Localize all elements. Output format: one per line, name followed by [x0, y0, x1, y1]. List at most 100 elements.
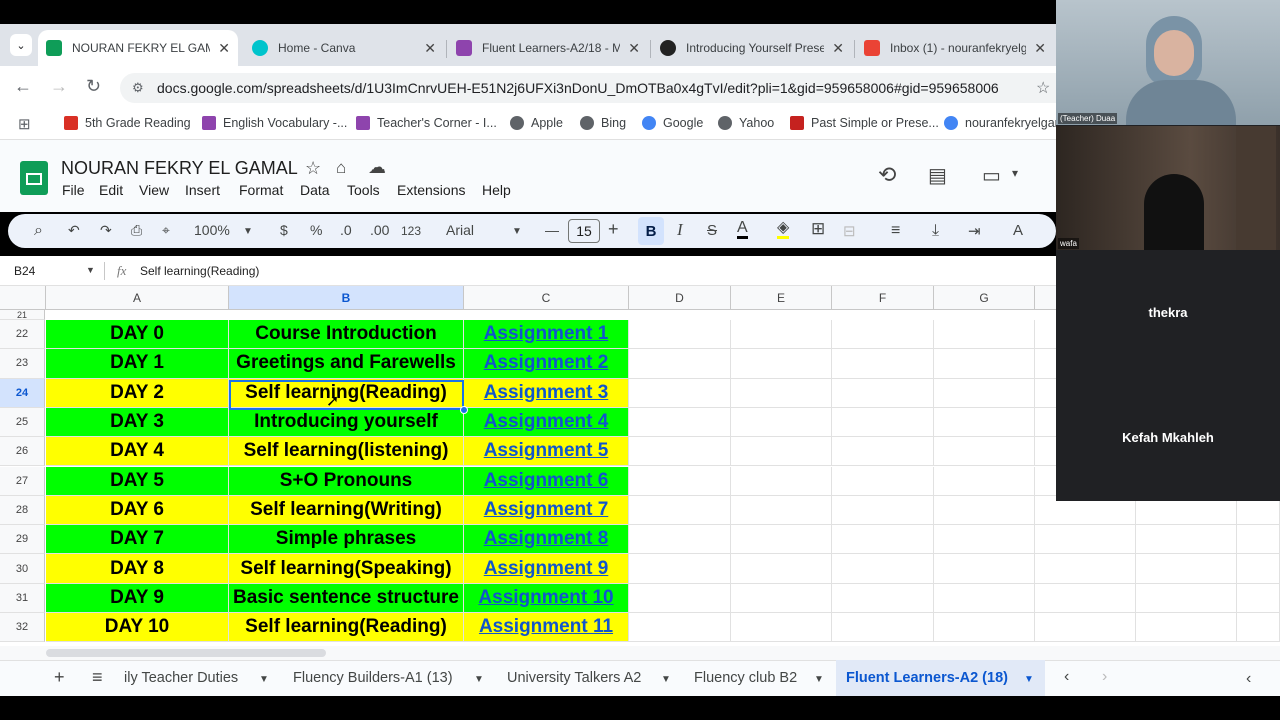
empty-cell[interactable]	[832, 407, 934, 438]
scroll-right-icon[interactable]: ›	[1102, 668, 1107, 686]
bookmark-item[interactable]: Teacher's Corner - I...	[356, 116, 497, 130]
zoom-select[interactable]: 100%	[194, 222, 230, 238]
empty-cell[interactable]	[629, 613, 731, 643]
column-header-e[interactable]: E	[731, 286, 832, 310]
scrollbar-thumb[interactable]	[46, 649, 326, 657]
cell-topic[interactable]: Greetings and Farewells	[229, 349, 464, 379]
font-size-increase-icon[interactable]: +	[608, 219, 619, 240]
empty-cell[interactable]	[1136, 583, 1237, 613]
column-header-g[interactable]: G	[934, 286, 1035, 310]
menu-insert[interactable]: Insert	[185, 182, 220, 198]
cell-day[interactable]: DAY 6	[46, 495, 229, 526]
cell-assignment-link[interactable]: Assignment 6	[464, 466, 629, 496]
all-sheets-icon[interactable]: ≡	[92, 667, 103, 688]
column-header-b[interactable]: B	[229, 286, 464, 310]
reload-icon[interactable]: ↻	[86, 76, 101, 97]
cell-topic[interactable]: Introducing yourself	[229, 407, 464, 438]
tab-sheets[interactable]: NOURAN FEKRY EL GAMAL ✕	[38, 30, 238, 66]
empty-cell[interactable]	[731, 437, 832, 467]
empty-cell[interactable]	[934, 554, 1035, 584]
sheet-tab-teacher-duties[interactable]: ily Teacher Duties	[124, 670, 238, 686]
row-header[interactable]: 32	[0, 613, 45, 643]
formula-input[interactable]: Self learning(Reading)	[140, 264, 259, 278]
cell-day[interactable]: DAY 7	[46, 525, 229, 555]
empty-cell[interactable]	[1035, 554, 1136, 584]
number-format-button[interactable]: 123	[401, 224, 421, 238]
cell-day[interactable]: DAY 2	[46, 378, 229, 408]
horizontal-scrollbar[interactable]	[0, 646, 1280, 660]
cell-topic[interactable]: Simple phrases	[229, 525, 464, 555]
row-header[interactable]: 31	[0, 583, 45, 613]
cell-day[interactable]: DAY 0	[46, 320, 229, 350]
empty-cell[interactable]	[629, 495, 731, 526]
empty-cell[interactable]	[832, 525, 934, 555]
menu-format[interactable]: Format	[239, 182, 283, 198]
star-icon[interactable]: ☆	[305, 158, 321, 179]
tab-search-button[interactable]: ⌄	[10, 34, 32, 56]
empty-cell[interactable]	[629, 437, 731, 467]
bookmark-item[interactable]: English Vocabulary -...	[202, 116, 347, 130]
cell-day[interactable]: DAY 1	[46, 349, 229, 379]
empty-cell[interactable]	[934, 378, 1035, 408]
tab-canva[interactable]: Home - Canva ✕	[244, 30, 444, 66]
increase-decimal-button[interactable]: .00	[370, 222, 389, 238]
currency-button[interactable]: $	[280, 222, 288, 238]
empty-cell[interactable]	[832, 495, 934, 526]
cell-day[interactable]: DAY 8	[46, 554, 229, 584]
empty-cell[interactable]	[731, 583, 832, 613]
empty-cell[interactable]	[731, 495, 832, 526]
chevron-down-icon[interactable]: ▼	[243, 226, 253, 237]
empty-cell[interactable]	[1035, 583, 1136, 613]
undo-icon[interactable]: ↶	[68, 222, 80, 239]
search-icon[interactable]: ⌕	[34, 222, 43, 240]
column-header-d[interactable]: D	[629, 286, 731, 310]
empty-cell[interactable]	[934, 613, 1035, 643]
cell-topic[interactable]: S+O Pronouns	[229, 466, 464, 496]
meet-video-icon[interactable]: ▭	[982, 163, 1001, 188]
bookmark-item[interactable]: Apple	[510, 116, 563, 130]
forward-icon[interactable]: →	[50, 76, 68, 97]
empty-cell[interactable]	[832, 583, 934, 613]
chevron-down-icon[interactable]: ▼	[1024, 674, 1034, 685]
empty-cell[interactable]	[629, 583, 731, 613]
address-bar[interactable]: ⚙ docs.google.com/spreadsheets/d/1U3ImCn…	[120, 73, 1056, 103]
column-header-f[interactable]: F	[832, 286, 934, 310]
row-header[interactable]: 24	[0, 378, 45, 408]
strikethrough-button[interactable]: S	[707, 222, 717, 239]
site-info-icon[interactable]: ⚙	[132, 80, 144, 96]
empty-cell[interactable]	[934, 495, 1035, 526]
video-tile-teacher[interactable]: (Teacher) Duaa	[1056, 0, 1280, 125]
cell-assignment-link[interactable]: Assignment 1	[464, 320, 629, 350]
column-header-a[interactable]: A	[46, 286, 229, 310]
empty-cell[interactable]	[731, 320, 832, 350]
empty-cell[interactable]	[934, 349, 1035, 379]
cloud-status-icon[interactable]: ☁	[368, 157, 386, 178]
menu-extensions[interactable]: Extensions	[397, 182, 465, 198]
select-all-corner[interactable]	[0, 286, 46, 310]
empty-cell[interactable]	[1237, 554, 1280, 584]
empty-cell[interactable]	[731, 378, 832, 408]
empty-cell[interactable]	[832, 466, 934, 496]
tab-meet[interactable]: Fluent Learners-A2/18 - Meet ✕	[448, 30, 648, 66]
bookmark-item[interactable]: Google	[642, 116, 703, 130]
bold-button[interactable]: B	[638, 217, 664, 245]
cell-day[interactable]: DAY 10	[46, 613, 229, 643]
column-header-c[interactable]: C	[464, 286, 629, 310]
empty-cell[interactable]	[731, 525, 832, 555]
font-size-decrease-icon[interactable]: —	[545, 222, 559, 238]
close-icon[interactable]: ✕	[424, 40, 436, 57]
video-tile-wafa[interactable]: wafa	[1056, 126, 1280, 250]
cell-topic[interactable]: Self learning(listening)	[229, 437, 464, 467]
empty-cell[interactable]	[1035, 525, 1136, 555]
bookmark-item[interactable]: Past Simple or Prese...	[790, 116, 939, 130]
cell-day[interactable]: DAY 3	[46, 407, 229, 438]
percent-button[interactable]: %	[310, 222, 322, 238]
menu-file[interactable]: File	[62, 182, 85, 198]
empty-cell[interactable]	[629, 349, 731, 379]
empty-cell[interactable]	[731, 349, 832, 379]
chevron-down-icon[interactable]: ▼	[259, 674, 269, 685]
cell-topic[interactable]: Self learning(Speaking)	[229, 554, 464, 584]
fill-color-icon[interactable]: ◈	[777, 220, 790, 239]
cell-topic[interactable]: Course Introduction	[229, 320, 464, 350]
empty-cell[interactable]	[832, 437, 934, 467]
